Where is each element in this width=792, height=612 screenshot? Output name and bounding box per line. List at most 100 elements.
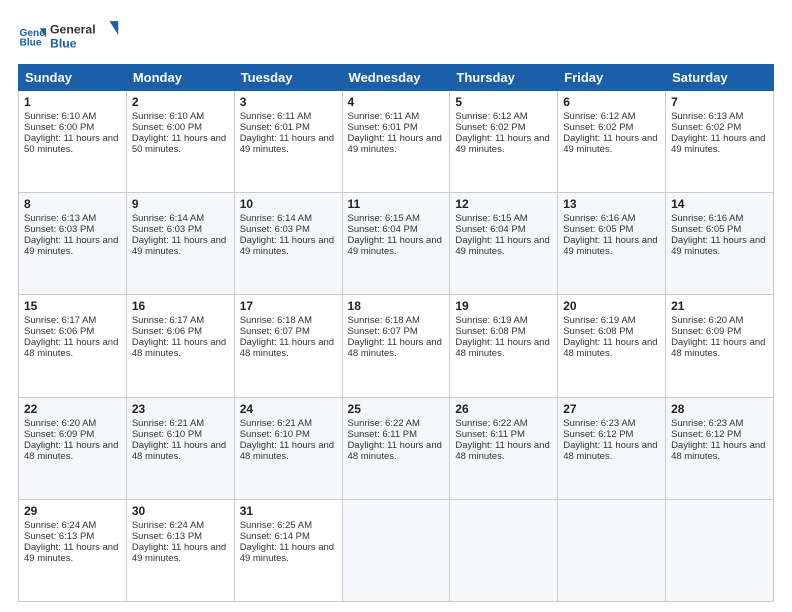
- daylight-label: Daylight: 11 hours and 49 minutes.: [671, 133, 765, 155]
- daylight-label: Daylight: 11 hours and 49 minutes.: [563, 133, 657, 155]
- sunset-label: Sunset: 6:06 PM: [24, 326, 94, 337]
- day-number: 18: [348, 299, 445, 313]
- daylight-label: Daylight: 11 hours and 48 minutes.: [455, 337, 549, 359]
- sunset-label: Sunset: 6:04 PM: [455, 224, 525, 235]
- sunrise-label: Sunrise: 6:18 AM: [240, 315, 312, 326]
- calendar-cell: 11 Sunrise: 6:15 AM Sunset: 6:04 PM Dayl…: [342, 193, 450, 295]
- daylight-label: Daylight: 11 hours and 48 minutes.: [24, 337, 118, 359]
- sunset-label: Sunset: 6:11 PM: [455, 429, 525, 440]
- day-number: 9: [132, 197, 229, 211]
- calendar-week-row: 8 Sunrise: 6:13 AM Sunset: 6:03 PM Dayli…: [19, 193, 774, 295]
- daylight-label: Daylight: 11 hours and 49 minutes.: [348, 133, 442, 155]
- daylight-label: Daylight: 11 hours and 50 minutes.: [132, 133, 226, 155]
- day-number: 19: [455, 299, 552, 313]
- day-number: 28: [671, 402, 768, 416]
- sunset-label: Sunset: 6:12 PM: [671, 429, 741, 440]
- day-number: 29: [24, 504, 121, 518]
- calendar-cell: 1 Sunrise: 6:10 AM Sunset: 6:00 PM Dayli…: [19, 91, 127, 193]
- calendar-cell: 10 Sunrise: 6:14 AM Sunset: 6:03 PM Dayl…: [234, 193, 342, 295]
- day-of-week-header: Sunday: [19, 65, 127, 91]
- daylight-label: Daylight: 11 hours and 48 minutes.: [563, 440, 657, 462]
- sunrise-label: Sunrise: 6:19 AM: [455, 315, 527, 326]
- daylight-label: Daylight: 11 hours and 49 minutes.: [240, 542, 334, 564]
- day-number: 15: [24, 299, 121, 313]
- sunrise-label: Sunrise: 6:16 AM: [671, 213, 743, 224]
- calendar-cell: [342, 499, 450, 601]
- day-number: 1: [24, 95, 121, 109]
- sunset-label: Sunset: 6:02 PM: [455, 122, 525, 133]
- sunset-label: Sunset: 6:10 PM: [132, 429, 202, 440]
- calendar-cell: 25 Sunrise: 6:22 AM Sunset: 6:11 PM Dayl…: [342, 397, 450, 499]
- daylight-label: Daylight: 11 hours and 50 minutes.: [24, 133, 118, 155]
- day-number: 22: [24, 402, 121, 416]
- svg-text:Blue: Blue: [50, 36, 77, 50]
- calendar-cell: 27 Sunrise: 6:23 AM Sunset: 6:12 PM Dayl…: [558, 397, 666, 499]
- sunrise-label: Sunrise: 6:11 AM: [240, 111, 312, 122]
- daylight-label: Daylight: 11 hours and 48 minutes.: [348, 337, 442, 359]
- calendar-cell: 14 Sunrise: 6:16 AM Sunset: 6:05 PM Dayl…: [666, 193, 774, 295]
- day-number: 25: [348, 402, 445, 416]
- sunset-label: Sunset: 6:13 PM: [24, 531, 94, 542]
- calendar-cell: 8 Sunrise: 6:13 AM Sunset: 6:03 PM Dayli…: [19, 193, 127, 295]
- calendar-page: General Blue General Blue SundayMondayTu…: [0, 0, 792, 612]
- sunrise-label: Sunrise: 6:15 AM: [348, 213, 420, 224]
- calendar-cell: 30 Sunrise: 6:24 AM Sunset: 6:13 PM Dayl…: [126, 499, 234, 601]
- calendar-cell: 31 Sunrise: 6:25 AM Sunset: 6:14 PM Dayl…: [234, 499, 342, 601]
- sunrise-label: Sunrise: 6:13 AM: [671, 111, 743, 122]
- day-number: 11: [348, 197, 445, 211]
- sunrise-label: Sunrise: 6:10 AM: [24, 111, 96, 122]
- calendar-cell: 7 Sunrise: 6:13 AM Sunset: 6:02 PM Dayli…: [666, 91, 774, 193]
- calendar-cell: 3 Sunrise: 6:11 AM Sunset: 6:01 PM Dayli…: [234, 91, 342, 193]
- daylight-label: Daylight: 11 hours and 49 minutes.: [455, 235, 549, 257]
- day-number: 7: [671, 95, 768, 109]
- calendar-table: SundayMondayTuesdayWednesdayThursdayFrid…: [18, 64, 774, 602]
- calendar-week-row: 22 Sunrise: 6:20 AM Sunset: 6:09 PM Dayl…: [19, 397, 774, 499]
- daylight-label: Daylight: 11 hours and 49 minutes.: [132, 542, 226, 564]
- day-number: 21: [671, 299, 768, 313]
- daylight-label: Daylight: 11 hours and 48 minutes.: [24, 440, 118, 462]
- logo-icon: General Blue: [18, 22, 46, 50]
- day-number: 17: [240, 299, 337, 313]
- sunrise-label: Sunrise: 6:23 AM: [671, 418, 743, 429]
- sunrise-label: Sunrise: 6:22 AM: [348, 418, 420, 429]
- sunset-label: Sunset: 6:14 PM: [240, 531, 310, 542]
- sunset-label: Sunset: 6:08 PM: [563, 326, 633, 337]
- sunset-label: Sunset: 6:08 PM: [455, 326, 525, 337]
- sunset-label: Sunset: 6:07 PM: [240, 326, 310, 337]
- calendar-cell: 21 Sunrise: 6:20 AM Sunset: 6:09 PM Dayl…: [666, 295, 774, 397]
- daylight-label: Daylight: 11 hours and 48 minutes.: [671, 440, 765, 462]
- header: General Blue General Blue: [18, 18, 774, 54]
- sunset-label: Sunset: 6:06 PM: [132, 326, 202, 337]
- svg-text:Blue: Blue: [20, 37, 42, 48]
- sunrise-label: Sunrise: 6:20 AM: [24, 418, 96, 429]
- sunset-label: Sunset: 6:03 PM: [24, 224, 94, 235]
- sunrise-label: Sunrise: 6:24 AM: [132, 520, 204, 531]
- daylight-label: Daylight: 11 hours and 49 minutes.: [240, 235, 334, 257]
- day-number: 30: [132, 504, 229, 518]
- calendar-cell: 26 Sunrise: 6:22 AM Sunset: 6:11 PM Dayl…: [450, 397, 558, 499]
- daylight-label: Daylight: 11 hours and 48 minutes.: [671, 337, 765, 359]
- calendar-cell: 18 Sunrise: 6:18 AM Sunset: 6:07 PM Dayl…: [342, 295, 450, 397]
- calendar-week-row: 1 Sunrise: 6:10 AM Sunset: 6:00 PM Dayli…: [19, 91, 774, 193]
- calendar-cell: 20 Sunrise: 6:19 AM Sunset: 6:08 PM Dayl…: [558, 295, 666, 397]
- sunset-label: Sunset: 6:03 PM: [240, 224, 310, 235]
- day-number: 4: [348, 95, 445, 109]
- sunset-label: Sunset: 6:01 PM: [348, 122, 418, 133]
- sunrise-label: Sunrise: 6:12 AM: [563, 111, 635, 122]
- daylight-label: Daylight: 11 hours and 49 minutes.: [455, 133, 549, 155]
- calendar-cell: 17 Sunrise: 6:18 AM Sunset: 6:07 PM Dayl…: [234, 295, 342, 397]
- sunset-label: Sunset: 6:11 PM: [348, 429, 418, 440]
- sunrise-label: Sunrise: 6:21 AM: [132, 418, 204, 429]
- day-number: 14: [671, 197, 768, 211]
- logo-svg: General Blue: [50, 18, 120, 54]
- calendar-cell: 23 Sunrise: 6:21 AM Sunset: 6:10 PM Dayl…: [126, 397, 234, 499]
- day-number: 27: [563, 402, 660, 416]
- calendar-cell: 28 Sunrise: 6:23 AM Sunset: 6:12 PM Dayl…: [666, 397, 774, 499]
- sunrise-label: Sunrise: 6:14 AM: [240, 213, 312, 224]
- sunset-label: Sunset: 6:02 PM: [563, 122, 633, 133]
- daylight-label: Daylight: 11 hours and 49 minutes.: [671, 235, 765, 257]
- day-number: 8: [24, 197, 121, 211]
- calendar-cell: 16 Sunrise: 6:17 AM Sunset: 6:06 PM Dayl…: [126, 295, 234, 397]
- daylight-label: Daylight: 11 hours and 48 minutes.: [132, 440, 226, 462]
- day-number: 16: [132, 299, 229, 313]
